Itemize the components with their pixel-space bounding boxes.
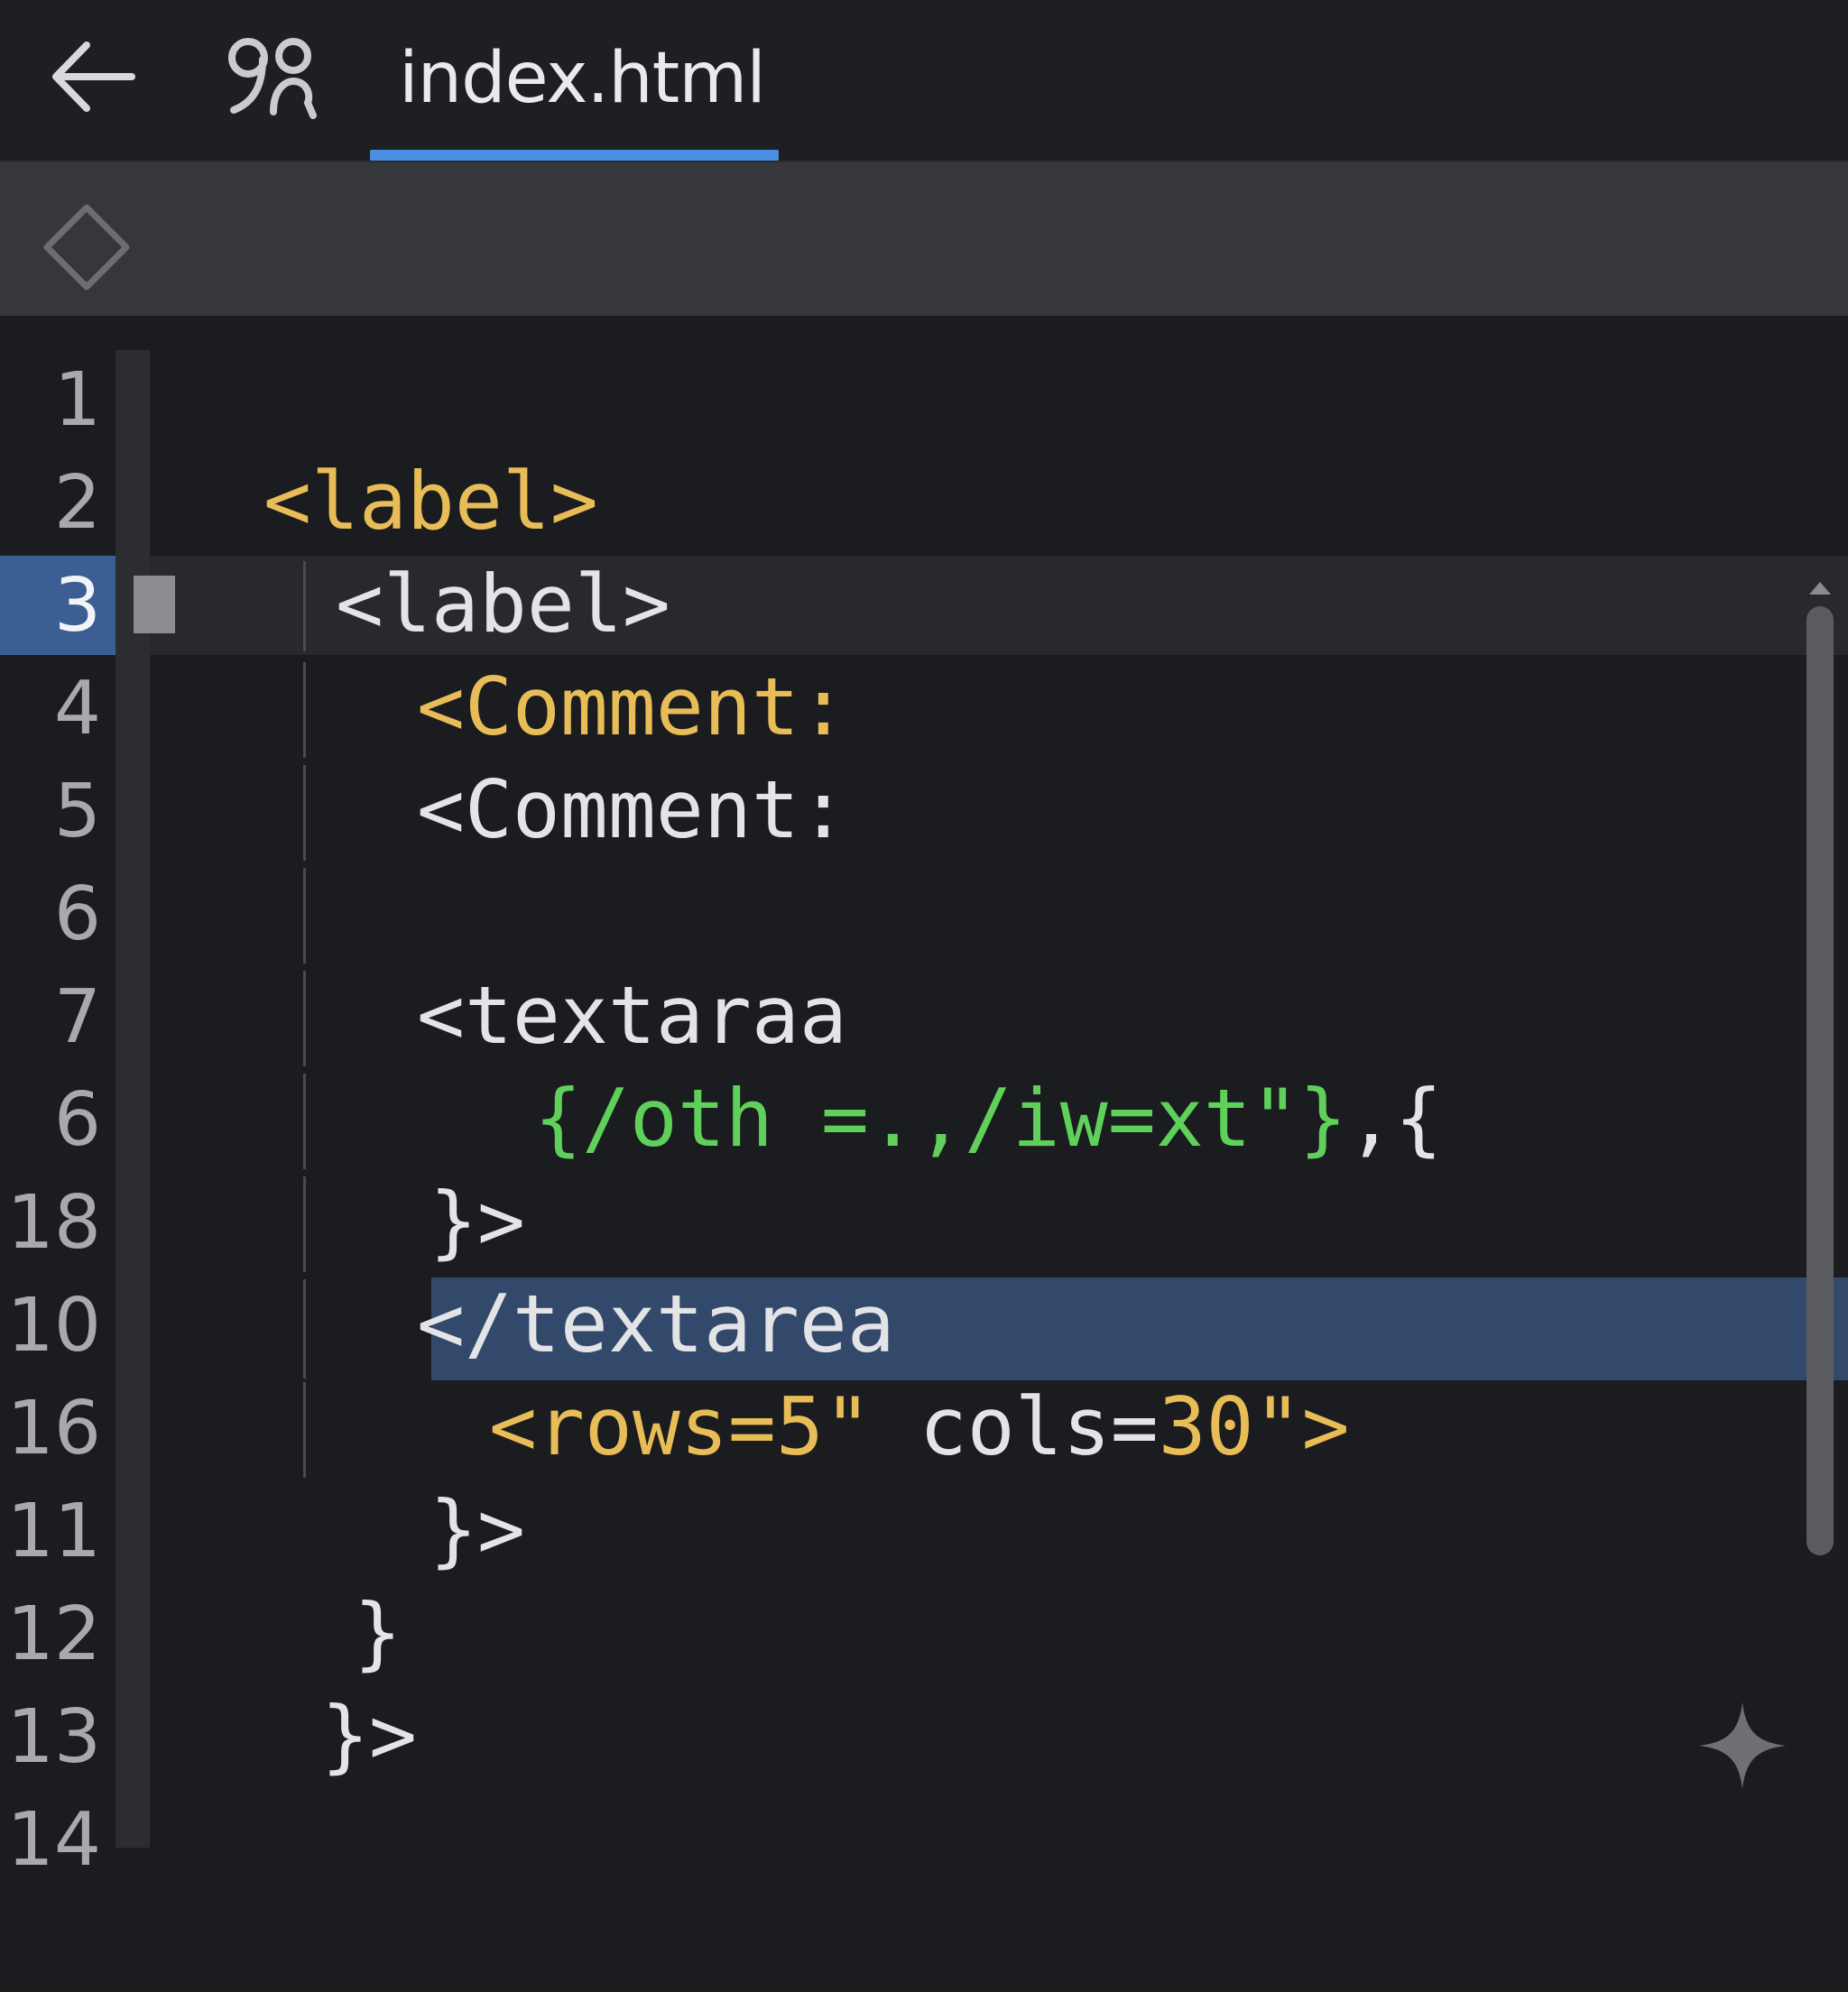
code-token-brace: }> xyxy=(429,1483,525,1576)
code-line-10: <rows=5" cols=30"> xyxy=(393,1276,1350,1473)
indent-guide xyxy=(303,1382,306,1478)
code-line-2: <label> xyxy=(240,453,670,650)
command-search-icon xyxy=(228,38,317,119)
indent-guide xyxy=(303,765,306,861)
line-number: 1 xyxy=(53,357,101,443)
line-number: 2 xyxy=(53,460,101,546)
sparkle-icon xyxy=(1699,1702,1786,1789)
line-number: 4 xyxy=(53,666,101,752)
code-line-8: }> xyxy=(334,1070,525,1268)
code-line-13: }> xyxy=(226,1584,417,1782)
code-line-12: } xyxy=(258,1481,402,1679)
gutter-bar xyxy=(116,350,150,1848)
caret-up-icon xyxy=(1809,582,1831,595)
code-token-brace: }> xyxy=(320,1689,417,1782)
line-number: 6 xyxy=(53,1077,101,1163)
code-line-11: }> xyxy=(334,1379,525,1576)
line-number: 6 xyxy=(53,872,101,957)
indent-guide xyxy=(303,1279,306,1379)
code-token-tag: <Comment: xyxy=(416,763,847,856)
code-line-4: <Comment: xyxy=(321,659,847,856)
code-line-1: <label> xyxy=(168,350,598,548)
line-marker xyxy=(134,576,175,633)
code-token-attr: <rows=5" xyxy=(488,1380,872,1473)
indent-guide xyxy=(303,1074,306,1169)
arrow-left-icon xyxy=(52,42,135,112)
command-search-button[interactable] xyxy=(220,31,319,124)
line-number: 7 xyxy=(53,974,101,1060)
line-number: 16 xyxy=(6,1386,101,1471)
line-number: 12 xyxy=(6,1591,101,1677)
diamond-icon xyxy=(43,204,130,290)
vertical-scrollbar[interactable] xyxy=(1806,606,1834,1555)
tab-index-html[interactable]: index.html xyxy=(370,0,779,161)
indent-guide xyxy=(303,1176,306,1272)
code-line-6: <textaraa xyxy=(321,864,847,1062)
indent-guide xyxy=(303,868,306,964)
code-token-string: {/oth =.,/iw=xt"} xyxy=(533,1072,1347,1165)
line-number-active: 3 xyxy=(53,563,101,649)
line-number: 18 xyxy=(6,1180,101,1266)
line-number: 11 xyxy=(6,1489,101,1574)
line-number: 13 xyxy=(6,1694,101,1780)
indent-guide xyxy=(303,662,306,758)
code-token-value: 30"> xyxy=(1158,1380,1350,1473)
line-number: 5 xyxy=(53,769,101,854)
breadcrumb-bar xyxy=(0,162,1848,316)
indent-guide xyxy=(303,971,306,1066)
back-button[interactable] xyxy=(47,34,141,119)
active-tab-indicator xyxy=(370,150,779,161)
code-line-7: {/oth =.,/iw=xt"},{ xyxy=(439,967,1443,1165)
ai-assist-button[interactable] xyxy=(1693,1696,1792,1795)
code-line-9: </textarea xyxy=(321,1173,895,1370)
line-number: 10 xyxy=(6,1283,101,1369)
top-bar: index.html xyxy=(0,0,1848,162)
tab-label: index.html xyxy=(399,38,766,119)
scroll-up-button[interactable] xyxy=(1801,574,1839,601)
line-number: 14 xyxy=(6,1797,101,1883)
code-token-punct: ,{ xyxy=(1346,1072,1443,1165)
symbol-button[interactable] xyxy=(40,200,134,294)
code-line-3: <Comment: xyxy=(321,556,847,753)
code-token-attr: cols= xyxy=(871,1380,1159,1473)
